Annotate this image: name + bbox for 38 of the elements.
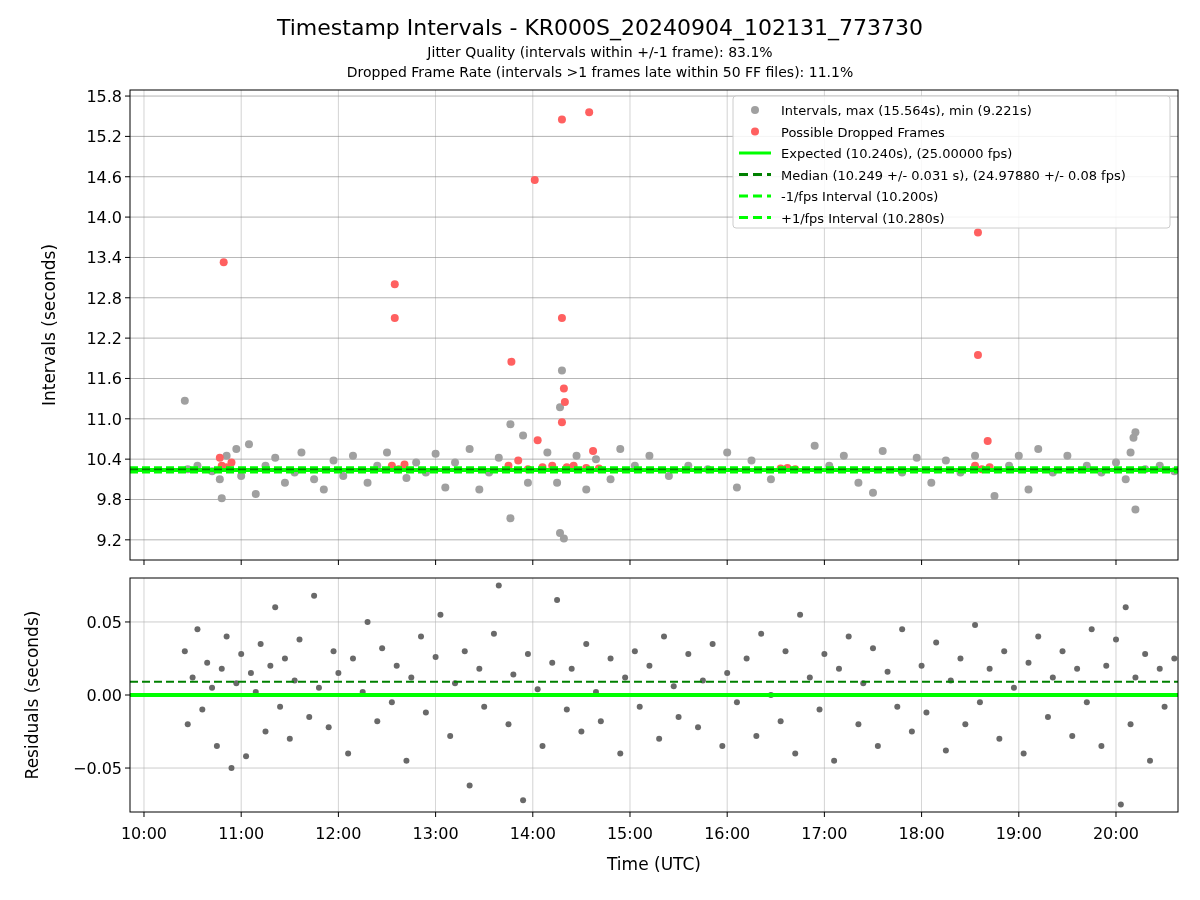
tick-label: 10:00	[120, 824, 168, 843]
tick-label: 18:00	[898, 824, 945, 843]
tick-label: 9.8	[96, 490, 122, 510]
tick-label: 19:00	[995, 824, 1042, 843]
axis-label: Residuals (seconds)	[22, 610, 42, 780]
chart-subtitle: Jitter Quality (intervals within +/-1 frame): 83.1%	[427, 43, 773, 62]
tick-label: 0.05	[86, 612, 122, 632]
legend-label: Possible Dropped Frames	[781, 124, 945, 140]
tick-label: −0.05	[72, 759, 122, 779]
tick-label: 12:00	[315, 824, 362, 843]
tick-label: 14.6	[86, 167, 122, 187]
chart-title: Timestamp Intervals - KR000S_20240904_102131_773730	[276, 14, 923, 42]
tick-label: 11:00	[218, 824, 265, 843]
axis-label: Intervals (seconds)	[39, 243, 59, 407]
tick-label: 12.2	[86, 329, 122, 349]
axis-label: Time (UTC)	[607, 854, 701, 874]
tick-label: 11.0	[86, 409, 122, 429]
tick-label: 9.2	[96, 530, 122, 550]
tick-label: 14:00	[509, 824, 556, 843]
tick-label: 20:00	[1092, 824, 1140, 843]
tick-label: 13:00	[412, 824, 459, 843]
tick-label: 10.4	[86, 450, 122, 470]
legend-label: Expected (10.240s), (25.00000 fps)	[781, 146, 1013, 161]
tick-label: 17:00	[801, 824, 848, 843]
tick-label: 15.8	[86, 88, 122, 107]
legend-label: Intervals, max (15.564s), min (9.221s)	[781, 103, 1032, 118]
tick-label: 14.0	[86, 208, 122, 228]
legend-label: -1/fps Interval (10.200s)	[781, 189, 939, 204]
tick-label: 13.4	[86, 248, 122, 268]
tick-label: 15:00	[606, 824, 654, 843]
legend-label: +1/fps Interval (10.280s)	[781, 210, 945, 226]
tick-label: 16:00	[704, 824, 751, 843]
tick-label: 0.00	[86, 686, 122, 705]
tick-label: 15.2	[86, 127, 122, 147]
tick-label: 12.8	[86, 288, 122, 308]
tick-label: 11.6	[86, 369, 122, 389]
legend-label: Median (10.249 +/- 0.031 s), (24.97880 +/- 0.08 fps)	[781, 167, 1126, 183]
chart-subtitle: Dropped Frame Rate (intervals >1 frames late within 50 FF files): 11.1%	[346, 63, 854, 82]
